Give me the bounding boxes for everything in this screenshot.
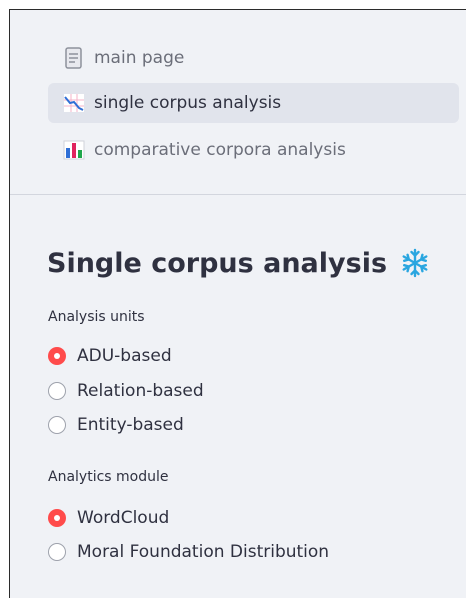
radio-indicator[interactable]	[48, 543, 66, 561]
radio-label: Entity-based	[77, 415, 184, 435]
radio-indicator[interactable]	[48, 509, 66, 527]
sidebar-panel: main page single corpus analysis compara…	[9, 9, 466, 598]
page-title-text: Single corpus analysis	[47, 247, 388, 279]
analysis-units-label: Analysis units	[48, 309, 145, 325]
radio-indicator[interactable]	[48, 382, 66, 400]
sidebar-divider	[10, 194, 466, 195]
sidebar-item-label: comparative corpora analysis	[94, 140, 346, 160]
radio-wordcloud[interactable]: WordCloud	[48, 506, 169, 530]
radio-adu-based[interactable]: ADU-based	[48, 344, 172, 368]
sidebar-item-label: main page	[94, 48, 185, 68]
sidebar-item-comparative-corpora-analysis[interactable]: comparative corpora analysis	[48, 130, 459, 170]
radio-moral-foundation-distribution[interactable]: Moral Foundation Distribution	[48, 540, 329, 564]
radio-entity-based[interactable]: Entity-based	[48, 413, 184, 437]
sidebar-item-main-page[interactable]: main page	[48, 38, 459, 78]
analytics-module-label: Analytics module	[48, 469, 169, 485]
sidebar-item-single-corpus-analysis[interactable]: single corpus analysis	[48, 83, 459, 123]
radio-indicator[interactable]	[48, 416, 66, 434]
chart-decreasing-icon	[62, 91, 86, 115]
radio-label: Moral Foundation Distribution	[77, 542, 330, 562]
radio-indicator[interactable]	[48, 347, 66, 365]
page-title: Single corpus analysis	[47, 247, 431, 279]
bar-chart-icon	[62, 138, 86, 162]
radio-label: Relation-based	[77, 381, 204, 401]
page-icon	[62, 46, 86, 70]
sidebar-item-label: single corpus analysis	[94, 93, 282, 113]
radio-label: ADU-based	[77, 346, 172, 366]
snowflake-icon	[399, 247, 431, 279]
radio-label: WordCloud	[77, 508, 170, 528]
radio-relation-based[interactable]: Relation-based	[48, 379, 204, 403]
